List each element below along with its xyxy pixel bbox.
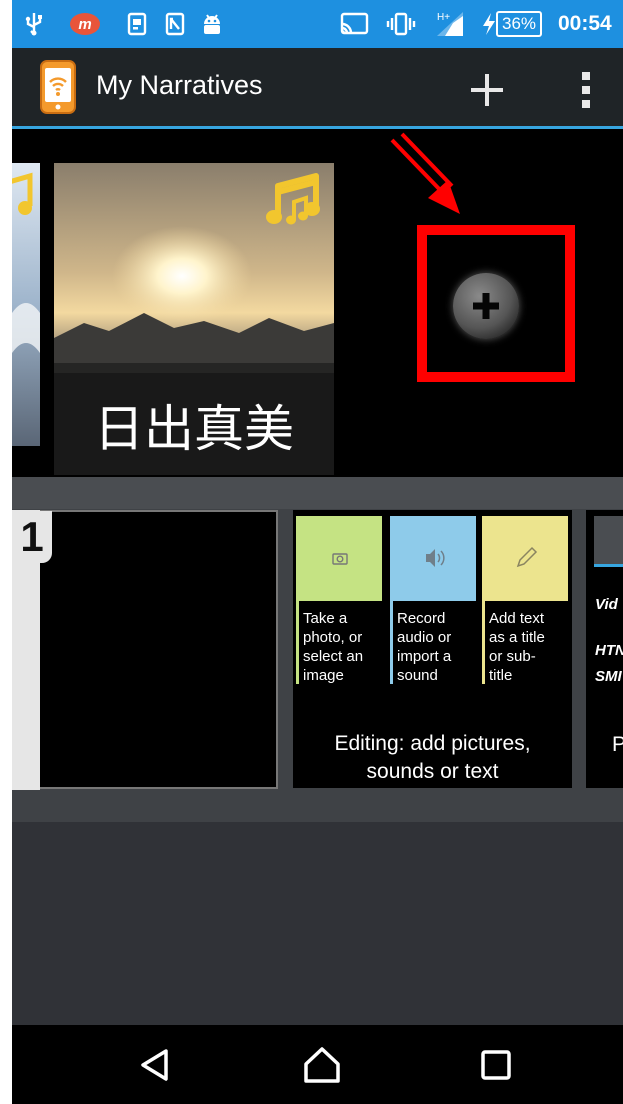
svg-text:m: m (78, 16, 91, 33)
welcome-text: Welcome to Com-Phone! Touch to edit, lon… (14, 570, 276, 725)
editing-column-bar (390, 601, 393, 684)
narrative-title: 日出真美 (94, 401, 294, 457)
sim-icon (163, 0, 187, 48)
android-icon (199, 0, 225, 48)
music-icon (12, 172, 34, 227)
editing-column-photo: Take a photo, or select an image (296, 516, 382, 684)
empty-area (12, 822, 623, 1025)
battery-percent: 36% (496, 11, 543, 37)
back-icon (141, 1049, 168, 1081)
notification-icon (125, 0, 149, 48)
plus-icon (473, 293, 499, 319)
clock: 00:54 (558, 12, 612, 35)
frames-strip-header (12, 477, 623, 509)
overflow-menu-icon (582, 72, 590, 108)
add-narrative-button[interactable] (467, 70, 507, 110)
editing-column-bar (296, 601, 299, 684)
add-icon (471, 74, 503, 106)
arrow-annotation (384, 132, 474, 227)
navigation-bar (12, 1025, 623, 1104)
partial-frame-text: HTN (595, 642, 623, 659)
pencil-icon (516, 546, 538, 568)
battery-indicator: 36% (496, 0, 543, 48)
welcome-line: Com-Phone! (83, 604, 207, 629)
usb-icon (22, 0, 46, 48)
frame-editing[interactable]: Take a photo, or select an image Record … (293, 510, 572, 788)
recents-button[interactable] (466, 1045, 526, 1085)
music-icon (266, 168, 328, 235)
welcome-line: long press to play (58, 697, 232, 722)
cast-icon (337, 0, 371, 48)
signal-icon: H+ (430, 0, 466, 48)
editing-column-header (482, 516, 568, 601)
partial-frame-header (594, 516, 623, 564)
editing-column-text: Take a photo, or select an image (303, 610, 364, 684)
app-logo-icon (40, 60, 76, 119)
camera-icon (332, 553, 348, 565)
editing-column-header (296, 516, 382, 601)
editing-column-audio: Record audio or import a sound (390, 516, 476, 684)
frame-number-badge: 1 (12, 511, 52, 563)
back-button[interactable] (125, 1045, 185, 1085)
editing-column-text: Add text as a title or sub- title (489, 610, 545, 684)
frame-partial[interactable]: Vid HTN SMI P (586, 510, 623, 788)
partial-frame-text: Vid (595, 596, 618, 613)
page-title: My Narratives (96, 70, 263, 100)
editing-column-bar (482, 601, 485, 684)
network-type: H+ (437, 12, 450, 23)
welcome-line: Welcome to (87, 573, 203, 598)
overflow-menu-button[interactable] (574, 68, 598, 112)
status-bar: m H+ 36% 00:54 (12, 0, 623, 48)
vibrate-icon (384, 0, 418, 48)
speaker-icon (426, 549, 445, 567)
app-bar: My Narratives (12, 48, 623, 129)
new-narrative-button[interactable] (453, 273, 519, 339)
editing-column-text-tool: Add text as a title or sub- title (482, 516, 568, 684)
home-button[interactable] (292, 1045, 352, 1085)
editing-column-text: Record audio or import a sound (397, 610, 452, 684)
partial-frame-accent (594, 564, 623, 567)
app-m-icon: m (68, 0, 102, 48)
home-icon (304, 1047, 340, 1083)
phone-screen: m H+ 36% 00:54 My Narratives 日出真美 Welcom… (12, 0, 623, 1104)
partial-frame-text: SMI (595, 668, 622, 685)
welcome-line: Touch to edit, (79, 666, 211, 691)
partial-frame-text: P (612, 733, 623, 756)
editing-caption-line: sounds or text (366, 760, 499, 783)
editing-column-header (390, 516, 476, 601)
recents-icon (481, 1050, 511, 1080)
frames-strip: Welcome to Com-Phone! Touch to edit, lon… (12, 477, 623, 822)
editing-caption-line: Editing: add pictures, (334, 732, 531, 755)
editing-caption: Editing: add pictures, sounds or text (293, 730, 572, 786)
